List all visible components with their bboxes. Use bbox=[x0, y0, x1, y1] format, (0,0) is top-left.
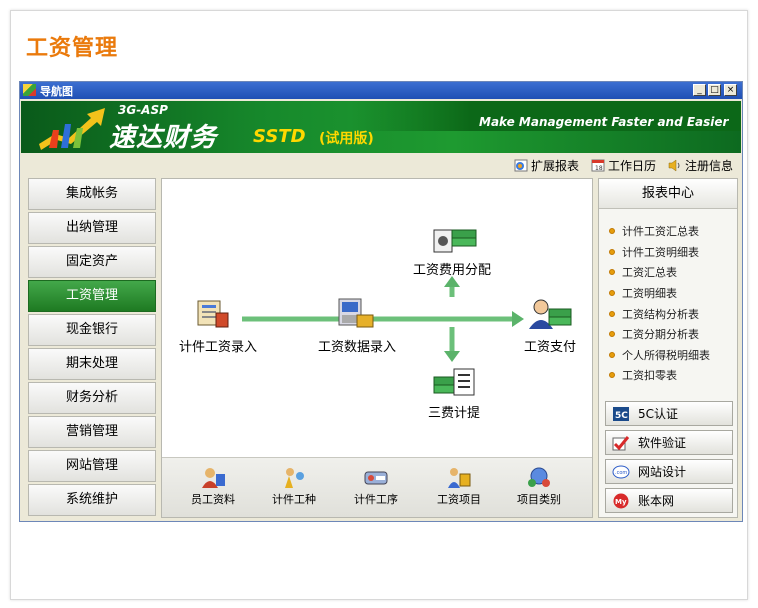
report-link[interactable]: 工资明细表 bbox=[609, 283, 735, 304]
minimize-button[interactable]: _ bbox=[693, 84, 706, 96]
top-link-label: 注册信息 bbox=[685, 159, 734, 173]
tool-item-category[interactable]: 项目类别 bbox=[504, 466, 574, 507]
my-icon: My bbox=[613, 493, 629, 508]
5c-certification-button[interactable]: 5C 5C认证 bbox=[605, 401, 733, 426]
bullet-icon bbox=[609, 269, 615, 276]
bullet-icon bbox=[609, 372, 615, 379]
wage-cost-allocation-icon[interactable] bbox=[432, 224, 478, 256]
top-link-label: 工作日历 bbox=[608, 159, 657, 173]
flow-arrowhead-right bbox=[512, 311, 524, 327]
bullet-icon bbox=[609, 228, 615, 235]
bullet-icon bbox=[609, 310, 615, 317]
banner-slogan: Make Management Faster and Easier bbox=[479, 115, 729, 129]
account-book-web-button[interactable]: My 账本网 bbox=[605, 488, 733, 513]
report-link[interactable]: 工资分期分析表 bbox=[609, 324, 735, 345]
calendar-icon: 18 bbox=[591, 159, 605, 172]
registration-info-link[interactable]: 注册信息 bbox=[668, 157, 733, 174]
wage-payment-icon[interactable] bbox=[527, 297, 573, 331]
flow-node-wage-cost-allocation[interactable]: 工资费用分配 bbox=[413, 259, 491, 278]
flow-node-piece-wage-entry[interactable]: 计件工资录入 bbox=[179, 336, 257, 355]
nav-item-system-maintenance[interactable]: 系统维护 bbox=[28, 484, 156, 516]
report-link[interactable]: 工资结构分析表 bbox=[609, 303, 735, 324]
flow-node-wage-data-entry[interactable]: 工资数据录入 bbox=[318, 336, 396, 355]
report-link[interactable]: 工资汇总表 bbox=[609, 262, 735, 283]
report-center-title: 报表中心 bbox=[599, 179, 737, 209]
extended-reports-link[interactable]: 扩展报表 bbox=[514, 157, 579, 174]
svg-text:5C: 5C bbox=[615, 411, 628, 421]
report-link[interactable]: 计件工资汇总表 bbox=[609, 221, 735, 242]
nav-item-cash-bank[interactable]: 现金银行 bbox=[28, 314, 156, 346]
report-center-panel: 报表中心 计件工资汇总表 计件工资明细表 工资汇总表 工资明细表 工资结构分析表… bbox=[598, 178, 738, 518]
bullet-icon bbox=[609, 248, 615, 255]
flow-arrowhead-down bbox=[444, 351, 460, 362]
report-link[interactable]: 工资扣零表 bbox=[609, 365, 735, 386]
window-titlebar[interactable]: 导航图 _ □ × bbox=[20, 82, 742, 99]
piece-wage-entry-icon[interactable] bbox=[194, 297, 230, 331]
close-button[interactable]: × bbox=[724, 84, 737, 96]
page-title: 工资管理 bbox=[26, 36, 119, 61]
trial-tag: (试用版) bbox=[319, 131, 374, 147]
nav-item-cashier[interactable]: 出纳管理 bbox=[28, 212, 156, 244]
nav-item-fixed-assets[interactable]: 固定资产 bbox=[28, 246, 156, 278]
wage-data-entry-icon[interactable] bbox=[335, 297, 375, 331]
restore-button[interactable]: □ bbox=[708, 84, 721, 96]
globe-report-icon bbox=[514, 159, 528, 172]
tool-piece-work-type[interactable]: 计件工种 bbox=[259, 466, 329, 507]
top-links-bar: 扩展报表 18 工作日历 注册信息 bbox=[21, 153, 741, 175]
nav-item-financial-analysis[interactable]: 财务分析 bbox=[28, 382, 156, 414]
app-icon bbox=[23, 84, 36, 96]
svg-text:.com: .com bbox=[615, 470, 627, 476]
software-verification-button[interactable]: 软件验证 bbox=[605, 430, 733, 455]
com-icon: .com bbox=[612, 465, 630, 478]
salary-item-icon bbox=[448, 468, 471, 488]
bullet-icon bbox=[609, 331, 615, 338]
bottom-toolbar: 员工资料 计件工种 计件工序 工资项目 项目类别 bbox=[162, 457, 592, 517]
speaker-icon bbox=[668, 159, 680, 172]
product-name: 速达财务 bbox=[109, 123, 218, 153]
nav-item-marketing[interactable]: 营销管理 bbox=[28, 416, 156, 448]
report-link[interactable]: 计件工资明细表 bbox=[609, 242, 735, 263]
worker-icon bbox=[285, 468, 304, 488]
top-link-label: 扩展报表 bbox=[531, 159, 580, 173]
navigator-window: 导航图 _ □ × 3G-ASP 速达财务 SSTD (试用版) Make Ma… bbox=[19, 81, 743, 522]
payroll-flow-panel: 计件工资录入 工资数据录入 工资费用分配 工资支付 三费计提 员工资料 计件工种… bbox=[161, 178, 593, 518]
process-icon bbox=[364, 471, 388, 485]
product-banner: 3G-ASP 速达财务 SSTD (试用版) Make Management F… bbox=[21, 101, 741, 153]
banner-subtitle: 3G-ASP bbox=[118, 103, 168, 117]
bullet-icon bbox=[609, 290, 615, 297]
tool-salary-item[interactable]: 工资项目 bbox=[424, 466, 494, 507]
flow-node-three-fees-accrual[interactable]: 三费计提 bbox=[428, 402, 480, 421]
work-calendar-link[interactable]: 18 工作日历 bbox=[591, 157, 656, 174]
svg-text:18: 18 bbox=[595, 165, 603, 172]
flow-node-wage-payment[interactable]: 工资支付 bbox=[524, 336, 576, 355]
edition-name: SSTD bbox=[253, 126, 306, 147]
nav-item-payroll[interactable]: 工资管理 bbox=[28, 280, 156, 312]
report-list: 计件工资汇总表 计件工资明细表 工资汇总表 工资明细表 工资结构分析表 工资分期… bbox=[609, 221, 735, 386]
window-title: 导航图 bbox=[40, 85, 73, 98]
website-design-button[interactable]: .com 网站设计 bbox=[605, 459, 733, 484]
5c-icon: 5C bbox=[613, 406, 629, 421]
report-link[interactable]: 个人所得税明细表 bbox=[609, 345, 735, 366]
rising-chart-logo-icon bbox=[39, 108, 105, 150]
category-icon bbox=[528, 467, 550, 487]
check-icon bbox=[612, 435, 630, 450]
left-nav: 集成帐务 出纳管理 固定资产 工资管理 现金银行 期末处理 财务分析 营销管理 … bbox=[28, 178, 156, 518]
svg-text:My: My bbox=[615, 498, 627, 506]
tool-piece-process[interactable]: 计件工序 bbox=[341, 466, 411, 507]
employee-icon bbox=[202, 468, 225, 488]
nav-item-integrated-accounting[interactable]: 集成帐务 bbox=[28, 178, 156, 210]
three-fees-accrual-icon[interactable] bbox=[432, 367, 478, 397]
bullet-icon bbox=[609, 351, 615, 358]
tool-employee-info[interactable]: 员工资料 bbox=[178, 466, 248, 507]
nav-item-website[interactable]: 网站管理 bbox=[28, 450, 156, 482]
nav-item-period-end[interactable]: 期末处理 bbox=[28, 348, 156, 380]
